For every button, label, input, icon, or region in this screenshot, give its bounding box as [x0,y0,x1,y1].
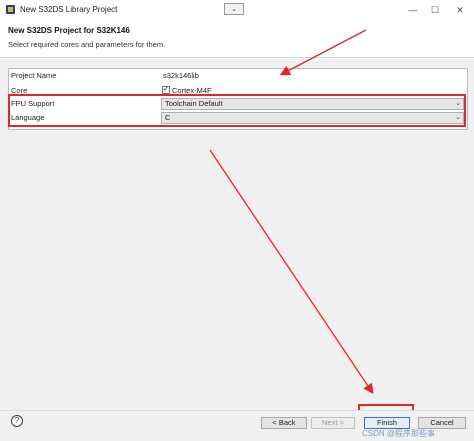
chevron-down-icon[interactable]: ⌄ [224,3,244,15]
project-name-label: Project Name [11,71,57,80]
project-name-value: s32k146lib [163,71,199,80]
window-title: New S32DS Library Project [20,5,118,14]
maximize-button[interactable]: ☐ [424,2,446,18]
minimize-button[interactable]: — [402,2,424,18]
back-button[interactable]: < Back [261,417,307,429]
wizard-title: New S32DS Project for S32K146 [8,26,130,35]
close-button[interactable]: ✕ [449,2,471,18]
s32ds-app-icon [6,5,15,14]
next-button[interactable]: Next > [311,417,355,429]
wizard-header: New S32DS Project for S32K146 Select req… [0,20,474,58]
core-checkbox[interactable]: ✓ [162,86,170,94]
watermark-text: CSDN @程序那些事 [362,429,436,438]
title-bar: New S32DS Library Project ⌄ — ☐ ✕ [0,0,474,20]
annotation-highlight-box [8,94,466,127]
wizard-subtitle: Select required cores and parameters for… [8,40,166,49]
help-icon[interactable]: ? [11,415,23,427]
